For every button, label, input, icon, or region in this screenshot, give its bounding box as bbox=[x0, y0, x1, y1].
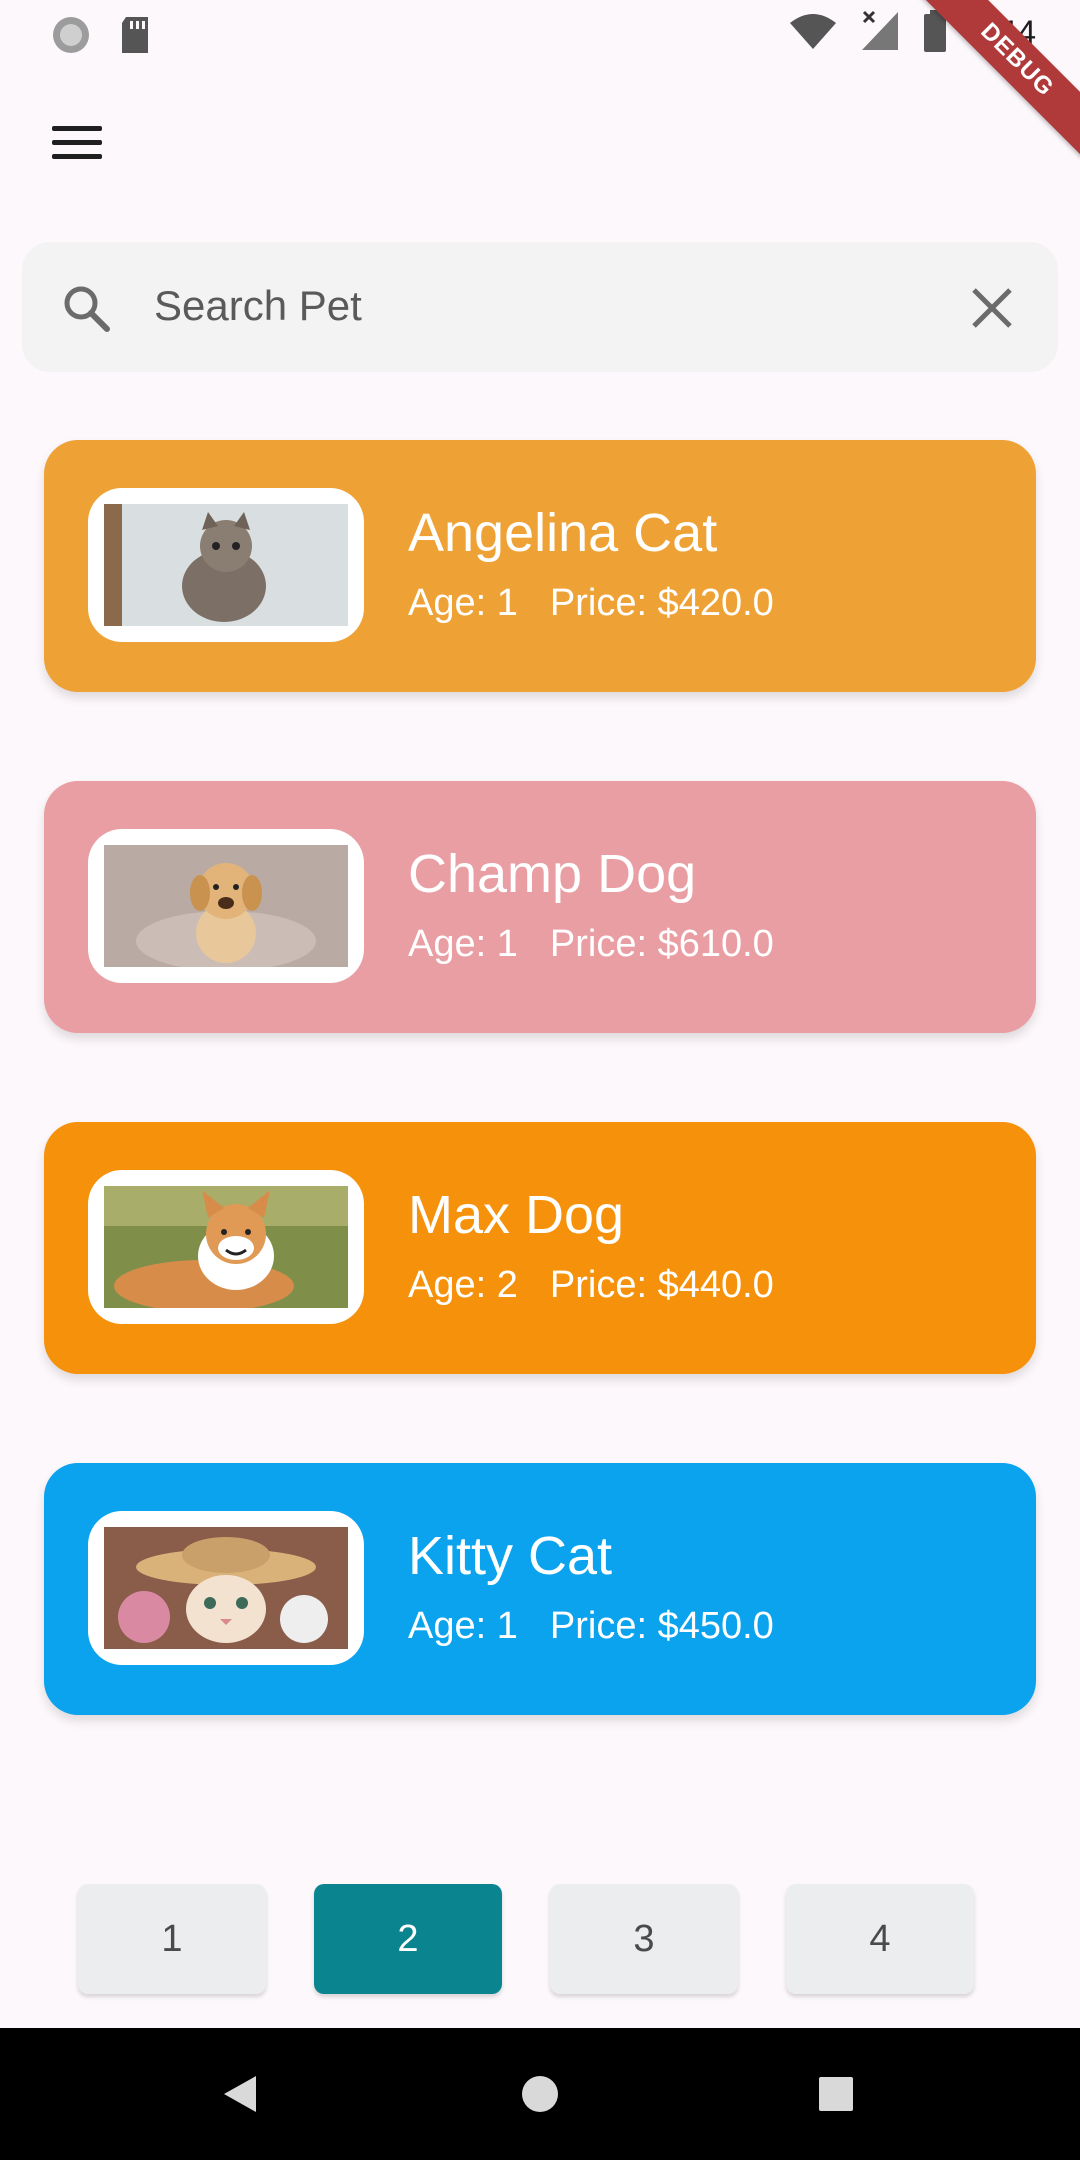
sync-icon bbox=[50, 14, 92, 61]
pet-thumbnail bbox=[88, 1170, 364, 1324]
pet-thumbnail bbox=[88, 488, 364, 642]
pet-meta: Age: 1 Price: $450.0 bbox=[408, 1605, 774, 1648]
back-icon[interactable] bbox=[222, 2074, 258, 2119]
pet-thumbnail bbox=[88, 1511, 364, 1665]
recents-icon[interactable] bbox=[818, 2076, 854, 2117]
pet-name: Kitty Cat bbox=[408, 1526, 613, 1586]
pet-card[interactable]: Kitty Cat Age: 1 Price: $450.0 bbox=[44, 1463, 1036, 1715]
pagination: 1 2 3 4 bbox=[78, 1884, 974, 1994]
search-input[interactable]: Search Pet bbox=[154, 282, 362, 330]
pet-age: Age: 1 bbox=[408, 1605, 518, 1647]
pet-meta: Age: 2 Price: $440.0 bbox=[408, 1264, 774, 1307]
pet-name: Champ Dog bbox=[408, 844, 697, 904]
clear-icon[interactable] bbox=[970, 286, 1014, 335]
pet-card[interactable]: Champ Dog Age: 1 Price: $610.0 bbox=[44, 781, 1036, 1033]
page-button-2[interactable]: 2 bbox=[314, 1884, 502, 1994]
golden-puppy-photo bbox=[104, 845, 348, 967]
pet-name: Max Dog bbox=[408, 1185, 625, 1245]
wifi-icon bbox=[788, 11, 838, 56]
navigation-bar bbox=[0, 2028, 1080, 2160]
corgi-photo bbox=[104, 1186, 348, 1308]
page-button-4[interactable]: 4 bbox=[786, 1884, 974, 1994]
pet-price: Price: $610.0 bbox=[549, 923, 774, 965]
signal-icon bbox=[860, 10, 900, 57]
page-button-1[interactable]: 1 bbox=[78, 1884, 266, 1994]
pet-name: Angelina Cat bbox=[408, 503, 718, 563]
pet-meta: Age: 1 Price: $420.0 bbox=[408, 582, 774, 625]
pet-price: Price: $450.0 bbox=[549, 1605, 774, 1647]
search-bar[interactable]: Search Pet bbox=[22, 242, 1058, 372]
kitten-hat-photo bbox=[104, 1527, 348, 1649]
pet-age: Age: 1 bbox=[408, 923, 518, 965]
home-icon[interactable] bbox=[520, 2074, 560, 2119]
sd-card-icon bbox=[118, 15, 152, 60]
pet-meta: Age: 1 Price: $610.0 bbox=[408, 923, 774, 966]
pet-price: Price: $420.0 bbox=[549, 582, 774, 624]
menu-icon[interactable] bbox=[52, 126, 102, 160]
pet-price: Price: $440.0 bbox=[549, 1264, 774, 1306]
pet-card[interactable]: Max Dog Age: 2 Price: $440.0 bbox=[44, 1122, 1036, 1374]
pet-thumbnail bbox=[88, 829, 364, 983]
pet-age: Age: 2 bbox=[408, 1264, 518, 1306]
kitten-photo bbox=[104, 504, 348, 626]
search-icon bbox=[60, 282, 112, 339]
pet-age: Age: 1 bbox=[408, 582, 518, 624]
status-bar: 7:44 bbox=[0, 0, 1080, 66]
pet-card[interactable]: Angelina Cat Age: 1 Price: $420.0 bbox=[44, 440, 1036, 692]
page-button-3[interactable]: 3 bbox=[550, 1884, 738, 1994]
